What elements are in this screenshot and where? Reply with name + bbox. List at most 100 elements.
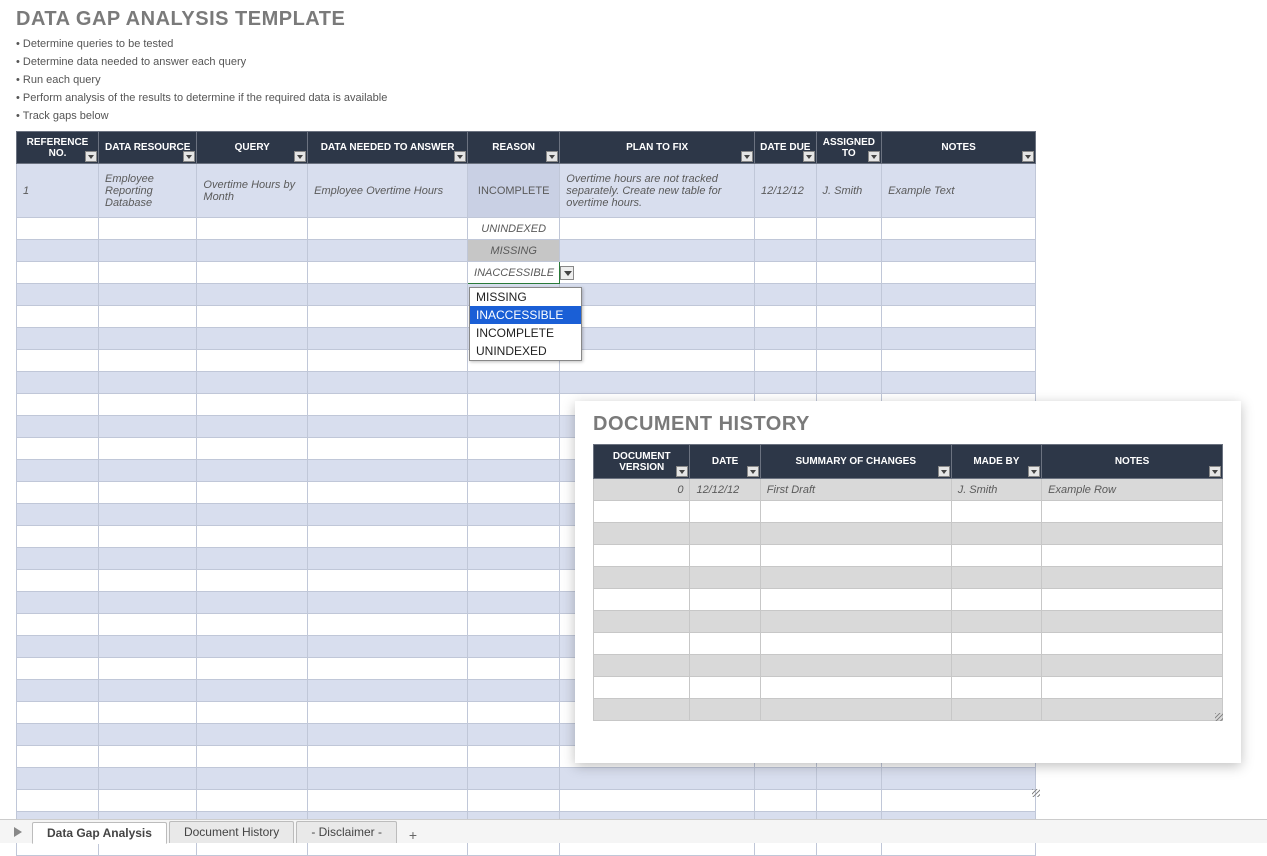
col-header-date[interactable]: DATE	[690, 445, 760, 479]
cell[interactable]	[99, 482, 197, 504]
cell[interactable]	[99, 790, 197, 812]
reason-cell-active[interactable]: INACCESSIBLE	[468, 262, 560, 284]
table-row[interactable]: 012/12/12First DraftJ. SmithExample Row	[594, 479, 1223, 501]
cell[interactable]	[99, 614, 197, 636]
cell[interactable]	[468, 570, 560, 592]
cell[interactable]	[760, 523, 951, 545]
cell[interactable]	[690, 677, 760, 699]
cell[interactable]	[690, 655, 760, 677]
cell[interactable]	[594, 501, 690, 523]
cell[interactable]	[99, 262, 197, 284]
cell[interactable]	[594, 655, 690, 677]
cell[interactable]	[99, 284, 197, 306]
cell[interactable]	[951, 589, 1041, 611]
cell[interactable]	[99, 438, 197, 460]
cell[interactable]	[951, 633, 1041, 655]
cell[interactable]	[594, 589, 690, 611]
cell[interactable]	[560, 284, 755, 306]
cell[interactable]	[99, 504, 197, 526]
cell[interactable]	[760, 567, 951, 589]
cell[interactable]: 1	[17, 164, 99, 218]
cell[interactable]	[755, 350, 817, 372]
filter-icon[interactable]	[85, 151, 97, 162]
cell[interactable]	[560, 372, 755, 394]
cell[interactable]	[308, 592, 468, 614]
cell[interactable]	[308, 394, 468, 416]
cell[interactable]	[99, 570, 197, 592]
cell[interactable]: J. Smith	[816, 164, 882, 218]
cell[interactable]	[1042, 589, 1223, 611]
cell[interactable]	[468, 680, 560, 702]
cell[interactable]	[468, 592, 560, 614]
cell[interactable]	[882, 372, 1036, 394]
sheet-tab[interactable]: Document History	[169, 821, 294, 843]
cell[interactable]	[468, 790, 560, 812]
cell[interactable]	[197, 284, 308, 306]
cell[interactable]	[816, 262, 882, 284]
cell[interactable]	[468, 526, 560, 548]
cell[interactable]	[308, 306, 468, 328]
cell[interactable]	[197, 658, 308, 680]
cell[interactable]	[17, 614, 99, 636]
filter-icon[interactable]	[1028, 466, 1040, 477]
cell[interactable]	[17, 746, 99, 768]
cell[interactable]	[760, 655, 951, 677]
cell[interactable]	[594, 633, 690, 655]
table-row[interactable]	[594, 589, 1223, 611]
col-header-version[interactable]: DOCUMENT VERSION	[594, 445, 690, 479]
cell[interactable]	[17, 570, 99, 592]
cell[interactable]	[99, 548, 197, 570]
cell[interactable]	[468, 768, 560, 790]
cell[interactable]	[468, 724, 560, 746]
cell[interactable]	[1042, 611, 1223, 633]
cell[interactable]	[308, 570, 468, 592]
cell[interactable]	[308, 636, 468, 658]
cell[interactable]	[308, 526, 468, 548]
cell[interactable]	[308, 614, 468, 636]
cell[interactable]	[1042, 633, 1223, 655]
table-row[interactable]	[594, 677, 1223, 699]
cell[interactable]	[308, 438, 468, 460]
cell[interactable]	[690, 545, 760, 567]
cell[interactable]	[468, 658, 560, 680]
cell[interactable]	[308, 680, 468, 702]
cell[interactable]	[99, 328, 197, 350]
cell[interactable]	[882, 768, 1036, 790]
cell[interactable]	[197, 262, 308, 284]
cell[interactable]	[197, 680, 308, 702]
filter-icon[interactable]	[454, 151, 466, 162]
cell[interactable]	[197, 350, 308, 372]
cell[interactable]: Overtime hours are not tracked separatel…	[560, 164, 755, 218]
cell[interactable]	[308, 768, 468, 790]
col-header-data-needed[interactable]: DATA NEEDED TO ANSWER	[308, 132, 468, 164]
filter-icon[interactable]	[676, 466, 688, 477]
filter-icon[interactable]	[741, 151, 753, 162]
cell[interactable]	[560, 328, 755, 350]
cell[interactable]	[816, 240, 882, 262]
cell[interactable]	[197, 328, 308, 350]
cell[interactable]	[99, 306, 197, 328]
cell[interactable]	[197, 240, 308, 262]
cell[interactable]: Example Text	[882, 164, 1036, 218]
cell[interactable]	[197, 482, 308, 504]
table-row[interactable]	[594, 545, 1223, 567]
cell[interactable]	[690, 589, 760, 611]
cell[interactable]	[99, 592, 197, 614]
cell[interactable]	[951, 677, 1041, 699]
cell[interactable]	[882, 240, 1036, 262]
cell[interactable]: First Draft	[760, 479, 951, 501]
cell[interactable]	[99, 724, 197, 746]
cell[interactable]	[197, 416, 308, 438]
table-row[interactable]: INACCESSIBLE	[17, 262, 1036, 284]
cell[interactable]	[468, 438, 560, 460]
cell[interactable]	[308, 262, 468, 284]
cell[interactable]	[816, 328, 882, 350]
table-row[interactable]: 1Employee Reporting DatabaseOvertime Hou…	[17, 164, 1036, 218]
cell[interactable]	[197, 394, 308, 416]
cell[interactable]: 12/12/12	[690, 479, 760, 501]
cell[interactable]	[882, 218, 1036, 240]
cell[interactable]	[755, 372, 817, 394]
cell[interactable]	[308, 416, 468, 438]
cell[interactable]	[17, 482, 99, 504]
cell[interactable]	[308, 240, 468, 262]
